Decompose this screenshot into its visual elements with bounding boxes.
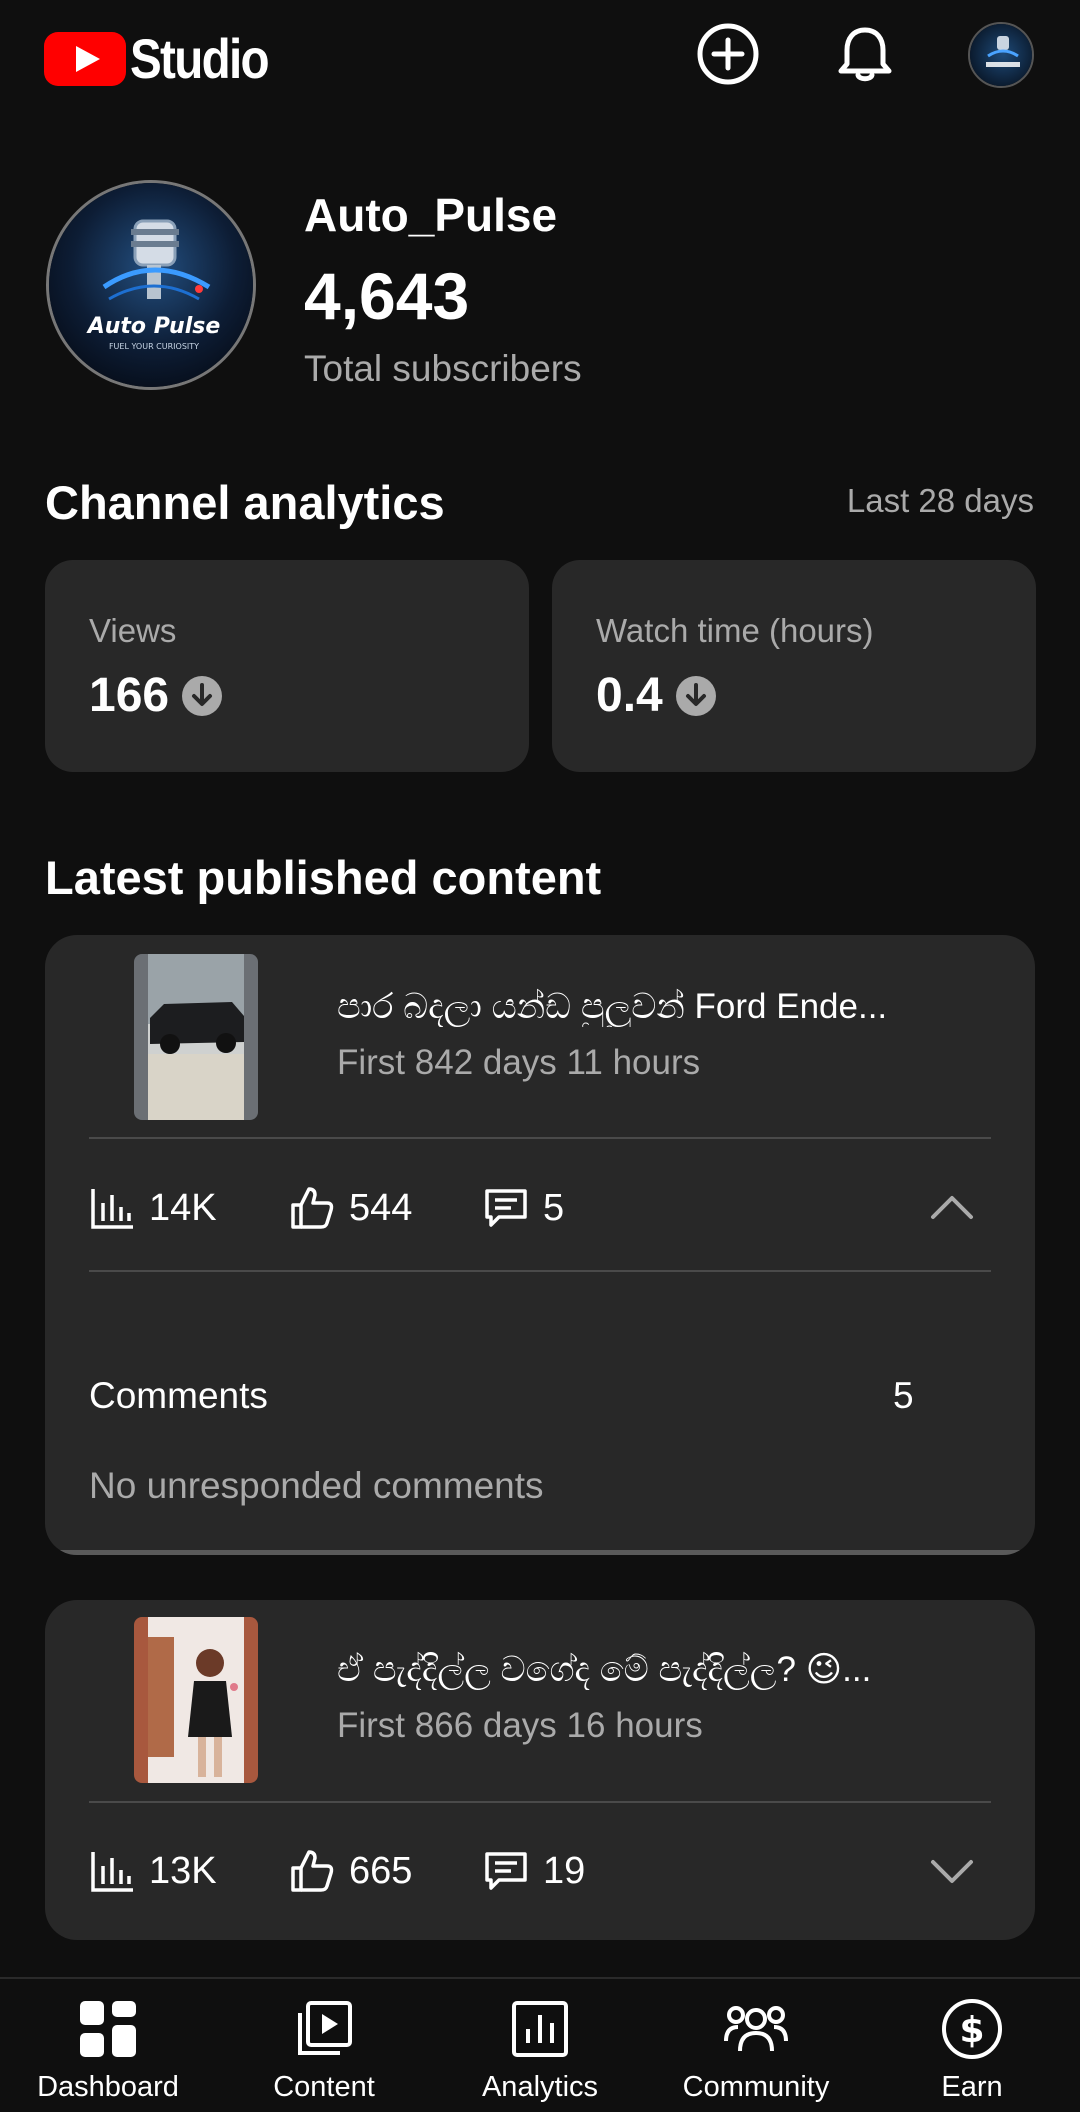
account-avatar-image <box>970 24 1032 86</box>
views-count: 14K <box>149 1186 217 1229</box>
analytics-period: Last 28 days <box>846 482 1034 519</box>
likes-count: 544 <box>349 1186 413 1229</box>
studio-logo[interactable]: Studio <box>44 26 292 91</box>
nav-label: Community <box>682 2071 830 2103</box>
nav-content[interactable]: Content <box>216 1979 432 2112</box>
thumb-up-icon <box>291 1187 334 1229</box>
video-title[interactable]: පාර බදලා යන්ඩ පුලුවන් Ford Ende... <box>337 987 1007 1027</box>
likes-count: 665 <box>349 1849 413 1892</box>
bar-chart-icon <box>91 1852 133 1892</box>
bottom-navigation: Dashboard Content Analytics Community $ … <box>0 1977 1080 2112</box>
notifications-button[interactable] <box>833 22 897 86</box>
likes-metric[interactable]: 544 <box>289 1185 412 1231</box>
subscriber-count: 4,643 <box>304 259 470 333</box>
chevron-down-icon[interactable] <box>927 1846 977 1896</box>
app-title: Studio <box>130 27 270 90</box>
nav-analytics[interactable]: Analytics <box>432 1979 648 2112</box>
views-label: Views <box>89 612 177 649</box>
community-icon <box>724 2006 788 2052</box>
nav-label: Earn <box>941 2071 1003 2103</box>
account-avatar[interactable] <box>968 22 1034 88</box>
video-card[interactable]: පාර බදලා යන්ඩ පුලුවන් Ford Ende... First… <box>45 935 1035 1555</box>
video-thumbnail[interactable] <box>134 954 258 1120</box>
subscriber-label: Total subscribers <box>304 348 582 389</box>
nav-earn[interactable]: $ Earn <box>864 1979 1080 2112</box>
comments-section-count: 5 <box>893 1375 914 1416</box>
arrow-down-circle-icon <box>182 675 223 716</box>
divider <box>89 1270 991 1272</box>
views-value: 166 <box>89 669 170 722</box>
watch-time-card[interactable]: Watch time (hours) 0.4 <box>552 560 1036 772</box>
arrow-down-circle-icon <box>675 675 716 716</box>
card-bottom-border <box>45 1550 1035 1555</box>
thumb-up-icon <box>291 1850 334 1892</box>
youtube-play-icon <box>44 31 126 86</box>
views-count: 13K <box>149 1849 217 1892</box>
latest-content-title: Latest published content <box>45 851 602 904</box>
watch-time-value: 0.4 <box>596 669 663 722</box>
top-app-bar: Studio <box>0 0 1080 110</box>
channel-logo-image: Auto Pulse FUEL YOUR CURIOSITY <box>49 183 253 387</box>
views-metric[interactable]: 13K <box>89 1848 217 1894</box>
video-thumbnail[interactable] <box>134 1617 258 1783</box>
channel-logo-text: Auto Pulse <box>86 314 221 339</box>
watch-time-label: Watch time (hours) <box>596 612 874 649</box>
dashboard-icon <box>80 2001 136 2057</box>
channel-logo-tagline: FUEL YOUR CURIOSITY <box>109 342 199 351</box>
likes-metric[interactable]: 665 <box>289 1848 412 1894</box>
comments-section-label: Comments <box>89 1375 268 1416</box>
video-thumbnail-image <box>134 954 258 1120</box>
nav-label: Dashboard <box>37 2071 179 2103</box>
nav-community[interactable]: Community <box>648 1979 864 2112</box>
content-icon <box>298 2001 352 2055</box>
divider <box>89 1801 991 1803</box>
notifications-icon <box>838 27 892 82</box>
comment-icon <box>485 1189 527 1227</box>
video-thumbnail-image <box>134 1617 258 1783</box>
comment-icon <box>485 1852 527 1890</box>
channel-avatar[interactable]: Auto Pulse FUEL YOUR CURIOSITY <box>46 180 256 390</box>
channel-name: Auto_Pulse <box>304 189 558 241</box>
comments-count: 19 <box>543 1849 586 1892</box>
video-performance: First 842 days 11 hours <box>337 1043 701 1082</box>
earn-icon: $ <box>942 1999 1002 2059</box>
nav-label: Analytics <box>481 2071 599 2103</box>
nav-label: Content <box>273 2071 375 2103</box>
nav-dashboard[interactable]: Dashboard <box>0 1979 216 2112</box>
views-card[interactable]: Views 166 <box>45 560 529 772</box>
comments-metric[interactable]: 5 <box>483 1185 564 1231</box>
video-title[interactable]: ඒ පැද්දිල්ල වගේද මේ පැද්දිල්ල? 😉... <box>337 1650 1007 1690</box>
video-performance: First 866 days 16 hours <box>337 1706 703 1745</box>
chevron-up-icon[interactable] <box>927 1183 977 1233</box>
video-card[interactable]: ඒ පැද්දිල්ල වගේද මේ පැද්දිල්ල? 😉... Firs… <box>45 1600 1035 1940</box>
svg-text:$: $ <box>959 2010 984 2051</box>
create-button[interactable] <box>696 22 760 86</box>
comments-count: 5 <box>543 1186 565 1229</box>
views-metric[interactable]: 14K <box>89 1185 217 1231</box>
divider <box>89 1137 991 1139</box>
unresponded-comments-status: No unresponded comments <box>89 1465 544 1506</box>
analytics-icon <box>512 2001 568 2057</box>
create-icon <box>697 23 759 85</box>
bar-chart-icon <box>91 1189 133 1229</box>
channel-analytics-title: Channel analytics <box>45 476 445 529</box>
comments-metric[interactable]: 19 <box>483 1848 585 1894</box>
